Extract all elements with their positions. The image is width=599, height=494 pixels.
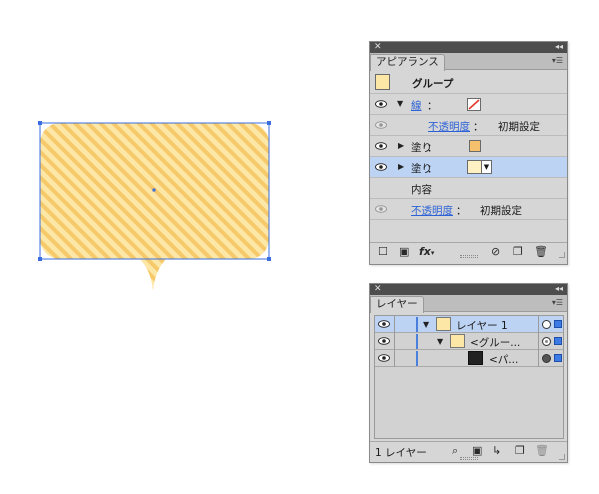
close-icon[interactable]: ✕ [374,41,382,53]
tab-layers[interactable]: レイヤー [370,296,424,313]
bubble-tail [136,256,170,290]
opacity-value: 初期設定 [480,205,522,217]
stroke-label[interactable]: 線 [411,98,422,113]
column-divider [394,316,395,333]
eye-icon[interactable] [375,141,387,151]
trash-icon[interactable]: 🗑 [534,246,548,258]
speech-bubble-artwork[interactable] [0,0,360,300]
tab-appearance[interactable]: アピアランス [370,54,445,71]
search-icon[interactable]: ⌕ [452,445,458,457]
layer-thumbnail [436,317,451,331]
layer-color-bar [416,334,418,349]
fill-dropdown-button[interactable]: ▼ [481,160,492,174]
column-divider [394,350,395,367]
eye-icon[interactable] [375,99,387,109]
target-circle-icon[interactable] [542,320,551,329]
new-layer-icon[interactable]: ❐ [515,445,525,457]
square-filled-icon[interactable]: ▣ [399,246,409,258]
column-divider [394,333,395,350]
opacity-label[interactable]: 不透明度 [411,203,453,218]
appearance-header[interactable]: グループ [370,71,567,94]
eye-icon[interactable] [375,204,387,214]
appearance-list: グループ ▼ 線 ： 不透明度 ： 初期設定 ▶ 塗り ： ▶ 塗り ： ▼ 内… [370,71,567,249]
eye-icon[interactable] [378,336,390,346]
expand-right-icon[interactable]: ▶ [398,162,404,171]
new-sublayer-icon[interactable]: ↳ [492,445,501,457]
close-icon[interactable]: ✕ [374,283,382,295]
fill-colon: ： [427,163,438,175]
expand-down-icon[interactable]: ▼ [437,337,443,346]
illustrator-workspace: ✕ ◂◂ アピアランス ▾☰ グループ ▼ 線 ： 不透明度 ： 初期設定 ▶ … [0,0,599,494]
resize-handle[interactable] [559,252,565,258]
appearance-bottom-bar: ☐ ▣ fx▾ ⊘ ❐ 🗑 [370,242,567,260]
opacity-value: 初期設定 [498,121,540,133]
panel-menu-icon[interactable]: ▾☰ [552,298,563,307]
selection-square-icon[interactable] [554,320,562,328]
layer-thumbnail [450,334,465,348]
opacity-label[interactable]: 不透明度 [428,119,470,134]
fill-swatch-cream[interactable] [467,160,482,174]
appearance-panel: ✕ ◂◂ アピアランス ▾☰ グループ ▼ 線 ： 不透明度 ： 初期設定 ▶ … [369,41,568,265]
eye-icon[interactable] [378,319,390,329]
layer-color-bar [416,317,418,332]
appearance-row-stroke[interactable]: ▼ 線 ： [370,94,567,115]
appearance-tab-bar: アピアランス ▾☰ [370,53,567,71]
layer-name[interactable]: <パ... [489,352,518,367]
layer-count-label: 1 レイヤー [375,447,427,459]
layers-bottom-bar: 1 レイヤー ⌕ ▣ ↳ ❐ 🗑 [370,441,567,462]
fill-swatch-orange[interactable] [469,140,481,152]
header-label: グループ [412,78,454,90]
trash-icon[interactable]: 🗑 [535,445,549,457]
stroke-colon: ： [427,100,438,112]
layer-name[interactable]: <グルー... [470,335,520,350]
clipping-mask-icon[interactable]: ▣ [472,445,482,457]
eye-icon[interactable] [378,353,390,363]
panel-title-bar[interactable]: ✕ ◂◂ [370,42,567,53]
collapse-icon[interactable]: ◂◂ [555,283,563,295]
contents-label: 内容 [411,184,432,196]
appearance-row-fill-1[interactable]: ▶ 塗り ： [370,136,567,157]
appearance-row-fill-2[interactable]: ▶ 塗り ： ▼ [370,157,567,178]
duplicate-icon[interactable]: ❐ [513,246,523,258]
fill-colon: ： [427,142,438,154]
fx-icon[interactable]: fx▾ [419,246,434,259]
layer-thumbnail [468,351,483,365]
expand-down-icon[interactable]: ▼ [397,99,403,108]
collapse-icon[interactable]: ◂◂ [555,41,563,53]
eye-icon[interactable] [375,162,387,172]
panel-grip[interactable] [459,457,478,460]
eye-icon[interactable] [375,120,387,130]
resize-handle[interactable] [559,454,565,460]
opacity-colon: ： [473,121,484,133]
column-divider [538,333,539,350]
layers-panel: ✕ ◂◂ レイヤー ▾☰ ▼ レイヤー 1 ▼ <グルー... <パ... 1 … [369,283,568,463]
square-icon[interactable]: ☐ [378,246,388,258]
appearance-row-stroke-opacity[interactable]: 不透明度 ： 初期設定 [370,115,567,136]
layers-list: ▼ レイヤー 1 ▼ <グルー... <パ... [374,315,564,439]
stroke-none-swatch-icon[interactable] [467,98,481,111]
expand-down-icon[interactable]: ▼ [423,320,429,329]
appearance-row-contents[interactable]: 内容 [370,178,567,199]
group-thumbnail [375,74,390,90]
layer-row[interactable]: <パ... [375,350,563,367]
layer-row[interactable]: ▼ <グルー... [375,333,563,350]
panel-menu-icon[interactable]: ▾☰ [552,56,563,65]
layer-color-bar [416,351,418,366]
column-divider [538,316,539,333]
target-circle-icon[interactable] [542,337,551,346]
target-circle-icon[interactable] [542,354,551,363]
panel-grip[interactable] [459,255,478,258]
selection-square-icon[interactable] [554,337,562,345]
layer-row[interactable]: ▼ レイヤー 1 [375,316,563,333]
panel-title-bar[interactable]: ✕ ◂◂ [370,284,567,295]
column-divider [538,350,539,367]
layers-tab-bar: レイヤー ▾☰ [370,295,567,313]
selection-square-icon[interactable] [554,354,562,362]
opacity-colon: ： [456,205,467,217]
layer-name[interactable]: レイヤー 1 [456,318,508,333]
clear-icon[interactable]: ⊘ [491,246,500,258]
appearance-row-opacity[interactable]: 不透明度 ： 初期設定 [370,199,567,220]
expand-right-icon[interactable]: ▶ [398,141,404,150]
